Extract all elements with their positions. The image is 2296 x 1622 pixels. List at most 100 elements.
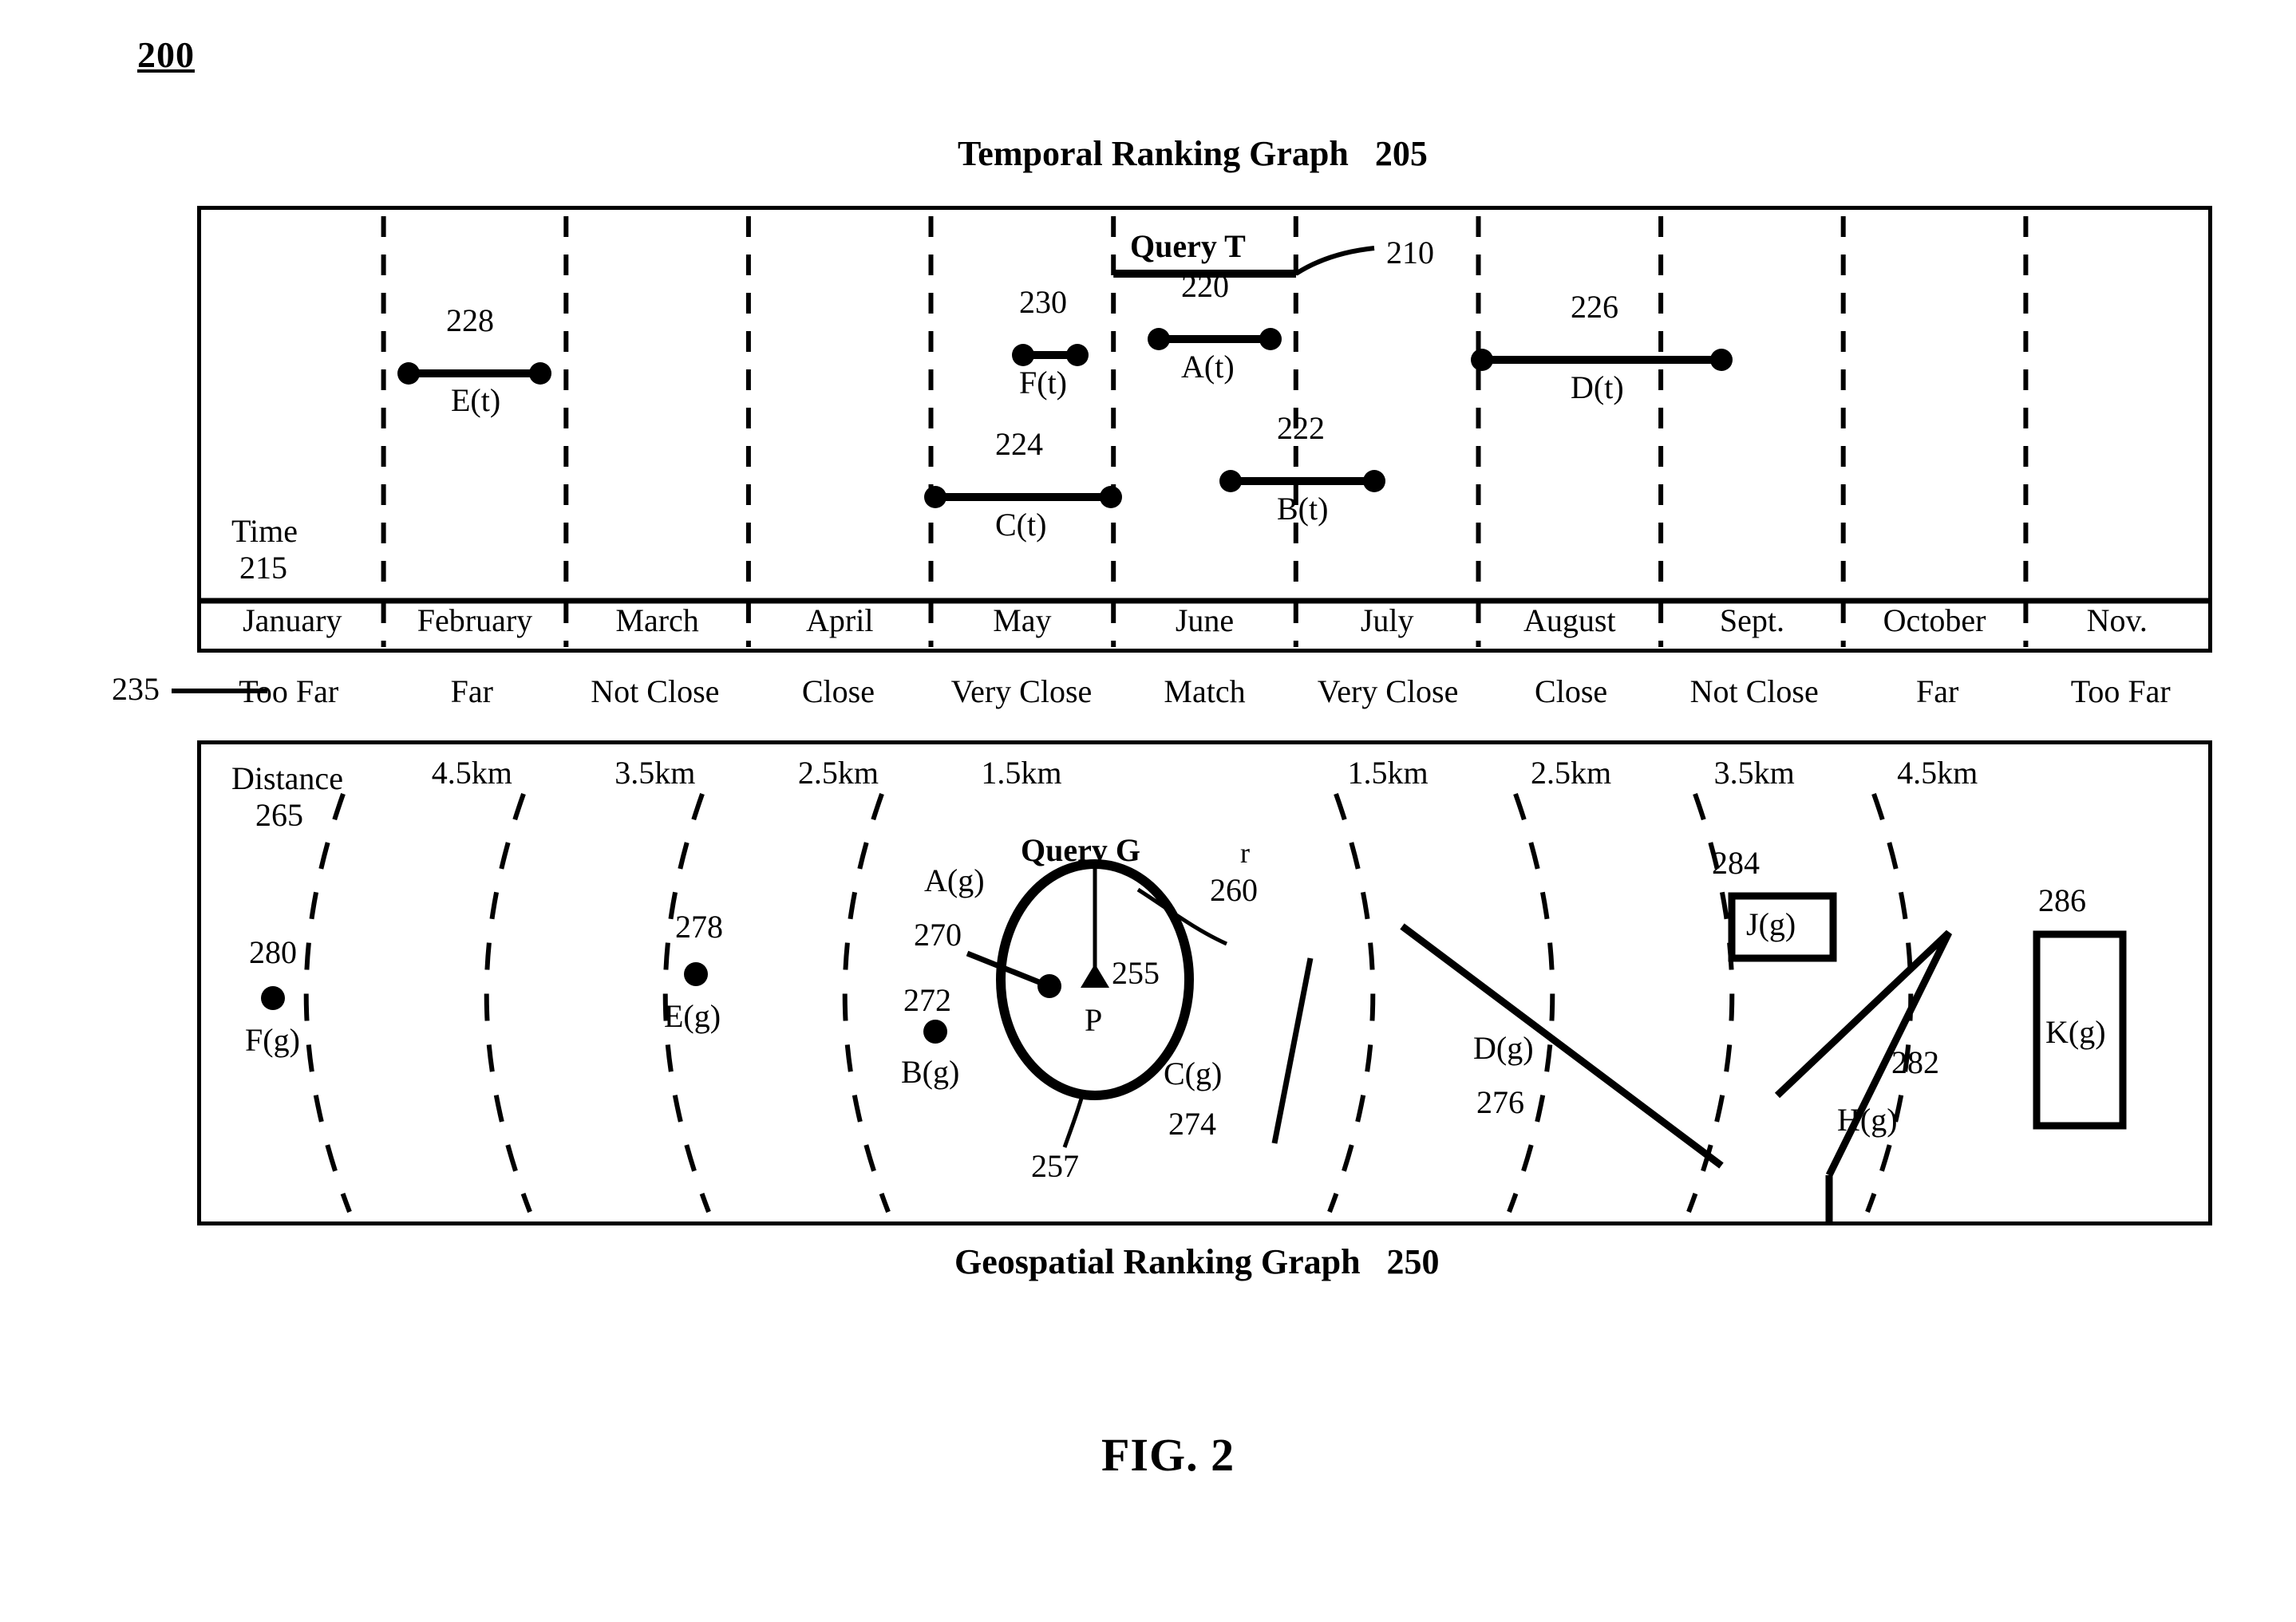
radius-label-r: r bbox=[1240, 837, 1250, 869]
query-g-point-label-P: P bbox=[1085, 1002, 1103, 1038]
interval-label-Bt: B(t) bbox=[1277, 491, 1329, 527]
rank-cell-10: Too Far bbox=[2070, 673, 2171, 709]
figure-caption: FIG. 2 bbox=[1101, 1429, 1235, 1481]
interval-ref-228: 228 bbox=[446, 302, 494, 338]
dist-cell-2: 3.5km bbox=[615, 755, 696, 791]
interval-ref-226: 226 bbox=[1571, 289, 1618, 325]
rank-cell-1: Far bbox=[450, 673, 493, 709]
month-cell-january: January bbox=[243, 602, 342, 638]
interval-label-Dt: D(t) bbox=[1571, 369, 1624, 405]
dist-cell-5 bbox=[1113, 754, 1297, 794]
entity-ref-276: 276 bbox=[1476, 1084, 1524, 1120]
query-g-point-marker bbox=[1081, 964, 1109, 988]
interval-ref-220: 220 bbox=[1181, 268, 1229, 304]
entity-point-Bg bbox=[923, 1020, 947, 1044]
rank-cell-0: Too Far bbox=[239, 673, 339, 709]
month-cell-february: February bbox=[417, 602, 533, 638]
dist-cell-1: 4.5km bbox=[431, 755, 512, 791]
dist-cell-6: 1.5km bbox=[1347, 755, 1429, 791]
distance-label-row: 4.5km 3.5km 2.5km 1.5km 1.5km 2.5km 3.5k… bbox=[197, 754, 2212, 794]
rank-cell-7: Close bbox=[1535, 673, 1608, 709]
interval-At bbox=[1148, 328, 1282, 350]
query-g-label: Query G bbox=[1021, 832, 1140, 868]
ranking-scale-ref-235: 235 bbox=[112, 671, 160, 707]
entity-label-Cg: C(g) bbox=[1164, 1056, 1223, 1091]
radius-ref-260: 260 bbox=[1210, 872, 1258, 908]
dist-cell-9: 4.5km bbox=[1897, 755, 1978, 791]
geospatial-graph-canvas bbox=[261, 792, 2127, 1221]
entity-label-Bg: B(g) bbox=[901, 1054, 960, 1090]
geospatial-graph-title: Geospatial Ranking Graph 250 bbox=[954, 1242, 1440, 1281]
dist-cell-8: 3.5km bbox=[1713, 755, 1795, 791]
query-g-circle-ref-257: 257 bbox=[1031, 1148, 1079, 1184]
interval-ref-224: 224 bbox=[995, 426, 1043, 462]
query-t-ref-210: 210 bbox=[1386, 235, 1434, 270]
rank-cell-9: Far bbox=[1916, 673, 1959, 709]
entity-ref-274: 274 bbox=[1168, 1106, 1216, 1142]
month-cell-july: July bbox=[1360, 602, 1414, 638]
rank-cell-4: Very Close bbox=[950, 673, 1093, 709]
entity-label-Ag: A(g) bbox=[924, 862, 985, 898]
entity-label-Eg: E(g) bbox=[664, 998, 721, 1034]
ranking-scale-row: Too Far Far Not Close Close Very Close M… bbox=[197, 669, 2212, 713]
entity-point-Fg bbox=[261, 986, 285, 1010]
month-cell-april: April bbox=[806, 602, 874, 638]
entity-point-Eg bbox=[684, 962, 708, 986]
month-cell-sept: Sept. bbox=[1719, 602, 1784, 638]
dist-cell-10 bbox=[2029, 754, 2212, 794]
entity-label-Hg: H(g) bbox=[1837, 1102, 1898, 1138]
entity-point-Ag bbox=[1037, 974, 1061, 998]
temporal-graph-title: Temporal Ranking Graph 205 bbox=[958, 134, 1428, 173]
dist-cell-0 bbox=[197, 754, 381, 794]
query-g-point-ref-255: 255 bbox=[1112, 955, 1160, 991]
entity-ref-282: 282 bbox=[1891, 1044, 1939, 1080]
interval-ref-222: 222 bbox=[1277, 410, 1325, 446]
entity-ref-280: 280 bbox=[249, 934, 297, 970]
interval-Ft bbox=[1012, 344, 1089, 366]
query-t-leader-line bbox=[1294, 246, 1375, 276]
entity-ref-278: 278 bbox=[675, 909, 723, 945]
interval-Et bbox=[397, 362, 551, 385]
interval-label-Ft: F(t) bbox=[1019, 365, 1067, 401]
month-cell-nov: Nov. bbox=[2086, 602, 2148, 638]
query-t-label: Query T bbox=[1130, 228, 1246, 264]
month-cell-june: June bbox=[1175, 602, 1235, 638]
rank-cell-3: Close bbox=[801, 673, 875, 709]
distance-axis-ref-265: 265 bbox=[255, 797, 303, 833]
interval-label-Et: E(t) bbox=[451, 382, 501, 418]
time-axis-label: Time bbox=[231, 513, 298, 549]
time-axis-ref-215: 215 bbox=[239, 550, 287, 586]
entity-line-Dg bbox=[1400, 923, 1724, 1169]
rank-cell-6: Very Close bbox=[1317, 673, 1459, 709]
temporal-ranking-graph-panel: Query T 210 228 E(t) 230 F(t) 220 A(t) 2… bbox=[197, 206, 2212, 653]
entity-line-Cg bbox=[1271, 957, 1314, 1144]
interval-label-At: A(t) bbox=[1181, 349, 1235, 385]
interval-Bt bbox=[1219, 470, 1385, 492]
dist-cell-4: 1.5km bbox=[981, 755, 1062, 791]
entity-label-Jg: J(g) bbox=[1746, 906, 1796, 942]
month-cell-october: October bbox=[1883, 602, 1986, 638]
geospatial-ranking-graph-panel: Distance 265 Query G r 260 255 P 257 A(g… bbox=[197, 740, 2212, 1225]
dist-cell-3: 2.5km bbox=[797, 755, 879, 791]
query-g-circle-leader-line bbox=[1062, 1092, 1085, 1148]
figure-number: 200 bbox=[137, 34, 195, 75]
month-cell-may: May bbox=[993, 602, 1052, 638]
dist-cell-7: 2.5km bbox=[1531, 755, 1612, 791]
month-cell-august: August bbox=[1523, 602, 1616, 638]
interval-label-Ct: C(t) bbox=[995, 507, 1047, 543]
entity-ref-284: 284 bbox=[1712, 845, 1760, 881]
rank-cell-8: Not Close bbox=[1689, 673, 1819, 709]
entity-label-Dg: D(g) bbox=[1473, 1030, 1534, 1066]
rank-cell-5: Match bbox=[1164, 673, 1246, 709]
interval-Ct bbox=[924, 486, 1122, 508]
entity-ref-270: 270 bbox=[914, 917, 962, 953]
month-cell-march: March bbox=[615, 602, 699, 638]
figure-root: 200 Temporal Ranking Graph 205 Query T 2… bbox=[0, 0, 2296, 1622]
entity-label-Kg: K(g) bbox=[2045, 1014, 2106, 1050]
entity-ref-272: 272 bbox=[903, 982, 951, 1018]
entity-ref-286: 286 bbox=[2038, 882, 2086, 918]
month-label-row: January February March April May June Ju… bbox=[201, 591, 2208, 649]
entity-label-Fg: F(g) bbox=[245, 1022, 300, 1058]
interval-Dt bbox=[1471, 349, 1733, 371]
rank-cell-2: Not Close bbox=[591, 673, 720, 709]
